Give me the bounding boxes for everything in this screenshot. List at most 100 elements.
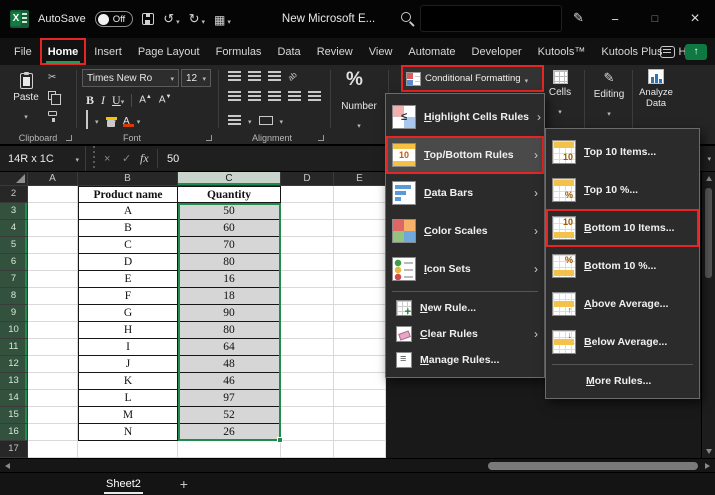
row-header[interactable]: 16 <box>0 424 28 441</box>
share-icon[interactable] <box>685 44 707 60</box>
tab-view[interactable]: View <box>361 38 401 65</box>
cell[interactable] <box>334 305 386 322</box>
cell-quantity[interactable]: 97 <box>178 390 281 407</box>
cell-product[interactable]: L <box>78 390 178 407</box>
cell[interactable] <box>28 373 78 390</box>
vertical-scrollbar[interactable] <box>701 172 715 458</box>
cell-product[interactable]: I <box>78 339 178 356</box>
cell[interactable] <box>28 407 78 424</box>
cell[interactable] <box>334 356 386 373</box>
menu-item-top-bottom-rules[interactable]: Top/Bottom Rules <box>386 136 544 174</box>
redo-button[interactable] <box>189 11 205 27</box>
tab-home[interactable]: Home <box>40 38 87 65</box>
column-header-e[interactable]: E <box>334 172 386 186</box>
decrease-indent-icon[interactable] <box>288 91 301 101</box>
row-header[interactable]: 14 <box>0 390 28 407</box>
comments-icon[interactable] <box>660 46 675 58</box>
formula-input[interactable]: 50 <box>167 146 179 171</box>
cell[interactable] <box>28 339 78 356</box>
align-right-icon[interactable] <box>268 91 281 101</box>
row-header[interactable]: 10 <box>0 322 28 339</box>
cell-quantity[interactable]: 48 <box>178 356 281 373</box>
scroll-right-icon[interactable] <box>705 463 710 469</box>
cell-quantity[interactable]: 18 <box>178 288 281 305</box>
row-header[interactable]: 3 <box>0 203 28 220</box>
editing-group-button[interactable]: Editing <box>588 70 630 121</box>
menu-item-below-average[interactable]: Below Average... <box>546 323 699 361</box>
column-header-c[interactable]: C <box>178 172 281 186</box>
row-header[interactable]: 2 <box>0 186 28 203</box>
cell-product[interactable]: F <box>78 288 178 305</box>
font-name-select[interactable]: Times New Ro <box>82 69 179 87</box>
cell[interactable] <box>28 254 78 271</box>
cell[interactable] <box>178 441 281 458</box>
cell-product[interactable]: K <box>78 373 178 390</box>
align-bottom-icon[interactable] <box>268 71 281 81</box>
cell-product[interactable]: C <box>78 237 178 254</box>
align-center-icon[interactable] <box>248 91 261 101</box>
cell[interactable] <box>334 186 386 203</box>
font-size-select[interactable]: 12 <box>181 69 211 87</box>
cell[interactable] <box>28 186 78 203</box>
name-box[interactable]: 14R x 1C <box>0 146 86 171</box>
conditional-formatting-button[interactable]: Conditional Formatting <box>402 66 543 91</box>
scroll-left-icon[interactable] <box>5 463 10 469</box>
row-header[interactable]: 17 <box>0 441 28 458</box>
cell[interactable] <box>281 203 334 220</box>
cell[interactable] <box>281 356 334 373</box>
cell[interactable] <box>281 220 334 237</box>
cell-product[interactable]: A <box>78 203 178 220</box>
name-box-resize-handle[interactable] <box>92 146 95 171</box>
row-header[interactable]: 15 <box>0 407 28 424</box>
tab-page-layout[interactable]: Page Layout <box>130 38 208 65</box>
cell[interactable] <box>334 271 386 288</box>
cell[interactable] <box>281 373 334 390</box>
tab-kutools-plus[interactable]: Kutools Plus <box>593 38 670 65</box>
menu-item-top-10-items[interactable]: Top 10 Items... <box>546 133 699 171</box>
menu-item-manage-rules[interactable]: Manage Rules... <box>386 347 544 373</box>
cell-quantity[interactable]: 26 <box>178 424 281 441</box>
tab-file[interactable]: File <box>6 38 40 65</box>
percent-style-button[interactable]: % <box>346 69 363 91</box>
menu-item-above-average[interactable]: Above Average... <box>546 285 699 323</box>
decrease-font-button[interactable]: A▼ <box>159 94 172 105</box>
row-header[interactable]: 4 <box>0 220 28 237</box>
cell[interactable] <box>334 339 386 356</box>
cell-product[interactable]: N <box>78 424 178 441</box>
search-box[interactable] <box>420 5 562 32</box>
font-dialog-launcher[interactable] <box>206 135 212 141</box>
cell[interactable] <box>334 322 386 339</box>
select-all-button[interactable] <box>0 172 28 186</box>
cell[interactable] <box>281 288 334 305</box>
cell[interactable] <box>28 271 78 288</box>
row-header[interactable]: 12 <box>0 356 28 373</box>
cell-quantity[interactable]: 80 <box>178 254 281 271</box>
cell-product[interactable]: D <box>78 254 178 271</box>
menu-item-bottom-10-percent[interactable]: Bottom 10 %... <box>546 247 699 285</box>
cell[interactable] <box>281 271 334 288</box>
copy-button[interactable] <box>48 89 62 101</box>
cell[interactable] <box>334 424 386 441</box>
menu-item-icon-sets[interactable]: Icon Sets <box>386 250 544 288</box>
cell-quantity[interactable]: 46 <box>178 373 281 390</box>
cell[interactable] <box>28 356 78 373</box>
cell[interactable] <box>281 237 334 254</box>
vertical-scroll-thumb[interactable] <box>705 188 712 278</box>
cell-quantity[interactable]: 60 <box>178 220 281 237</box>
cancel-button[interactable]: × <box>104 146 110 171</box>
cell-quantity[interactable]: 16 <box>178 271 281 288</box>
enter-button[interactable]: ✓ <box>122 146 131 171</box>
borders-button[interactable] <box>86 111 88 129</box>
cell[interactable] <box>28 220 78 237</box>
analyze-data-button[interactable]: Analyze Data <box>634 69 678 109</box>
cell[interactable] <box>78 441 178 458</box>
cell-product[interactable]: J <box>78 356 178 373</box>
underline-button[interactable]: U <box>112 91 124 109</box>
cell-product[interactable]: B <box>78 220 178 237</box>
italic-button[interactable]: I <box>101 93 105 108</box>
column-header-d[interactable]: D <box>281 172 334 186</box>
cell-product[interactable]: E <box>78 271 178 288</box>
cell-quantity[interactable]: 50 <box>178 203 281 220</box>
cell[interactable] <box>281 407 334 424</box>
tab-developer[interactable]: Developer <box>464 38 530 65</box>
